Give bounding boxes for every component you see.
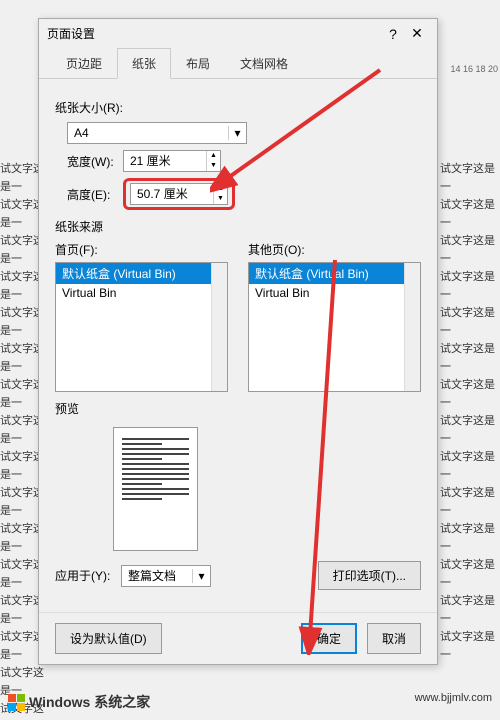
watermark-right: www.bjjmlv.com (415, 692, 492, 712)
dialog-titlebar: 页面设置 ? ✕ (39, 19, 437, 48)
apply-to-value: 整篇文档 (122, 567, 192, 584)
height-spinner[interactable]: 50.7 厘米 ▲ ▼ (130, 183, 228, 205)
tab-paper[interactable]: 纸张 (117, 48, 171, 79)
first-page-listbox[interactable]: 默认纸盒 (Virtual Bin) Virtual Bin (55, 262, 228, 392)
help-button[interactable]: ? (381, 26, 405, 42)
dialog-title: 页面设置 (47, 25, 381, 42)
paper-size-combo[interactable]: A4 ▾ (67, 122, 247, 144)
width-down-icon[interactable]: ▼ (207, 161, 220, 171)
page-setup-dialog: 页面设置 ? ✕ 页边距 纸张 布局 文档网格 纸张大小(R): A4 ▾ 宽度… (38, 18, 438, 665)
source-label: 纸张来源 (55, 218, 421, 235)
tab-margins[interactable]: 页边距 (51, 48, 117, 79)
watermark-left: Windows 系统之家 (8, 692, 150, 712)
ruler: 14 16 18 20 (450, 60, 498, 78)
width-value: 21 厘米 (124, 151, 206, 171)
chevron-down-icon[interactable]: ▾ (192, 569, 210, 583)
list-item[interactable]: Virtual Bin (56, 284, 227, 302)
height-value: 50.7 厘米 (131, 184, 213, 204)
width-spinner[interactable]: 21 厘米 ▲ ▼ (123, 150, 221, 172)
print-options-button[interactable]: 打印选项(T)... (318, 561, 421, 590)
first-page-label: 首页(F): (55, 241, 228, 258)
tab-grid[interactable]: 文档网格 (225, 48, 303, 79)
apply-to-combo[interactable]: 整篇文档 ▾ (121, 565, 211, 587)
preview-page (113, 427, 198, 551)
scrollbar[interactable] (211, 263, 227, 391)
list-item[interactable]: Virtual Bin (249, 284, 420, 302)
scrollbar[interactable] (404, 263, 420, 391)
tabs: 页边距 纸张 布局 文档网格 (39, 48, 437, 79)
height-down-icon[interactable]: ▼ (214, 194, 227, 204)
width-label: 宽度(W): (67, 153, 123, 170)
height-label: 高度(E): (67, 186, 123, 203)
paper-size-value: A4 (68, 126, 228, 140)
chevron-down-icon[interactable]: ▾ (228, 126, 246, 140)
set-default-button[interactable]: 设为默认值(D) (55, 623, 162, 654)
bg-text-right: 试文字这是一试文字这是一 试文字这是一试文字这是一 试文字这是一试文字这是一 试… (440, 160, 500, 664)
ok-button[interactable]: 确定 (301, 623, 357, 654)
preview-label: 预览 (55, 400, 421, 417)
list-item[interactable]: 默认纸盒 (Virtual Bin) (56, 263, 227, 284)
list-item[interactable]: 默认纸盒 (Virtual Bin) (249, 263, 420, 284)
width-up-icon[interactable]: ▲ (207, 151, 220, 161)
paper-size-label: 纸张大小(R): (55, 99, 421, 116)
other-pages-label: 其他页(O): (248, 241, 421, 258)
height-up-icon[interactable]: ▲ (214, 184, 227, 194)
tab-layout[interactable]: 布局 (171, 48, 225, 79)
close-button[interactable]: ✕ (405, 25, 429, 42)
windows-logo-icon (8, 694, 25, 711)
height-highlight: 50.7 厘米 ▲ ▼ (123, 178, 235, 210)
apply-to-label: 应用于(Y): (55, 567, 121, 584)
cancel-button[interactable]: 取消 (367, 623, 421, 654)
other-pages-listbox[interactable]: 默认纸盒 (Virtual Bin) Virtual Bin (248, 262, 421, 392)
